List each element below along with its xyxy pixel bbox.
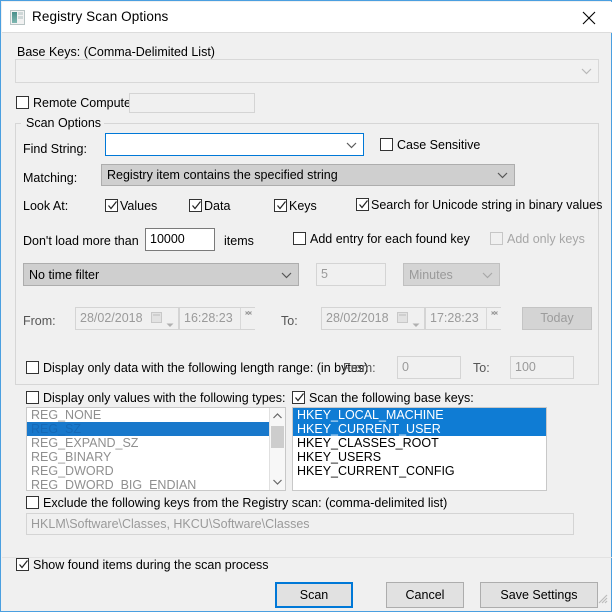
list-item[interactable]: HKEY_LOCAL_MACHINE bbox=[293, 408, 546, 422]
list-item[interactable]: REG_NONE bbox=[27, 408, 285, 422]
exclude-keys-input[interactable]: HKLM\Software\Classes, HKCU\Software\Cla… bbox=[26, 513, 574, 535]
look-at-label: Look At: bbox=[23, 199, 69, 213]
base-keys-label: Base Keys: (Comma-Delimited List) bbox=[17, 45, 215, 59]
value-types-label: Display only values with the following t… bbox=[43, 391, 286, 405]
remote-computer-input[interactable] bbox=[129, 93, 255, 113]
look-at-values-checkbox[interactable] bbox=[105, 199, 118, 212]
remote-computer-checkbox[interactable] bbox=[16, 96, 29, 109]
look-at-values-label: Values bbox=[120, 199, 158, 213]
show-found-items-label: Show found items during the scan process bbox=[33, 558, 269, 572]
chevron-down-icon bbox=[482, 268, 493, 282]
add-only-keys-checkbox bbox=[490, 232, 503, 245]
date-from-picker-icon bbox=[151, 311, 177, 327]
time-from-spinner bbox=[240, 308, 255, 329]
length-range-checkbox[interactable] bbox=[26, 361, 39, 374]
scan-options-group-title: Scan Options bbox=[23, 116, 105, 130]
value-types-checkbox[interactable] bbox=[26, 391, 39, 404]
scan-button[interactable]: Scan bbox=[275, 582, 353, 608]
exclude-keys-label: Exclude the following keys from the Regi… bbox=[43, 496, 448, 510]
length-range-label: Display only data with the following len… bbox=[43, 361, 369, 375]
title-bar: Registry Scan Options bbox=[2, 2, 612, 33]
remote-computer-label: Remote Computer: bbox=[33, 96, 139, 110]
search-unicode-checkbox[interactable] bbox=[356, 198, 369, 211]
list-item[interactable]: REG_SZ bbox=[27, 422, 285, 436]
list-item[interactable]: HKEY_CURRENT_CONFIG bbox=[293, 464, 546, 478]
list-item[interactable]: REG_EXPAND_SZ bbox=[27, 436, 285, 450]
add-entry-label: Add entry for each found key bbox=[310, 232, 470, 246]
list-item[interactable]: HKEY_CLASSES_ROOT bbox=[293, 436, 546, 450]
load-limit-label: Don't load more than bbox=[23, 234, 139, 248]
cancel-button[interactable]: Cancel bbox=[386, 582, 464, 608]
base-keys-combo[interactable] bbox=[15, 59, 599, 83]
list-item[interactable]: HKEY_CURRENT_USER bbox=[293, 422, 546, 436]
matching-value: Registry item contains the specified str… bbox=[107, 168, 338, 182]
value-types-listbox[interactable]: REG_NONE REG_SZ REG_EXPAND_SZ REG_BINARY REG… bbox=[26, 407, 286, 491]
base-key-scan-label: Scan the following base keys: bbox=[309, 391, 474, 405]
time-filter-value: No time filter bbox=[29, 267, 100, 282]
look-at-data-label: Data bbox=[204, 199, 231, 213]
look-at-keys-label: Keys bbox=[289, 199, 317, 213]
list-item[interactable]: HKEY_USERS bbox=[293, 450, 546, 464]
time-to-spinner bbox=[486, 308, 501, 329]
length-to-label: To: bbox=[473, 361, 490, 375]
exclude-keys-checkbox[interactable] bbox=[26, 496, 39, 509]
window-title: Registry Scan Options bbox=[32, 9, 169, 24]
show-found-items-checkbox[interactable] bbox=[16, 558, 29, 571]
date-from-label: From: bbox=[23, 314, 56, 328]
case-sensitive-label: Case Sensitive bbox=[397, 138, 481, 152]
chevron-down-icon bbox=[497, 168, 508, 182]
add-only-keys-label: Add only keys bbox=[507, 232, 585, 246]
today-button: Today bbox=[522, 307, 592, 330]
scrollbar-thumb[interactable] bbox=[271, 426, 284, 448]
load-limit-input[interactable]: 10000 bbox=[145, 228, 215, 251]
footer-separator bbox=[2, 557, 612, 558]
length-from-input: 0 bbox=[397, 356, 461, 379]
chevron-down-icon bbox=[581, 64, 592, 78]
value-types-scrollbar[interactable] bbox=[269, 408, 285, 490]
matching-combo[interactable]: Registry item contains the specified str… bbox=[101, 164, 515, 186]
add-entry-checkbox[interactable] bbox=[293, 232, 306, 245]
time-filter-amount-input: 5 bbox=[316, 263, 386, 286]
length-to-input: 100 bbox=[510, 356, 574, 379]
scroll-down-icon[interactable] bbox=[270, 474, 285, 490]
time-filter-unit-combo: Minutes bbox=[403, 263, 500, 286]
registry-window-icon bbox=[10, 10, 25, 25]
base-keys-listbox[interactable]: HKEY_LOCAL_MACHINE HKEY_CURRENT_USER HKEY_… bbox=[292, 407, 547, 491]
list-item[interactable]: REG_DWORD_BIG_ENDIAN bbox=[27, 478, 285, 490]
load-limit-units-label: items bbox=[224, 234, 254, 248]
save-settings-button[interactable]: Save Settings bbox=[480, 582, 598, 608]
time-filter-combo[interactable]: No time filter bbox=[23, 263, 299, 286]
list-item[interactable]: REG_DWORD bbox=[27, 464, 285, 478]
close-icon[interactable] bbox=[566, 2, 612, 32]
find-string-combo[interactable] bbox=[105, 133, 364, 156]
scan-options-group bbox=[15, 123, 599, 385]
matching-label: Matching: bbox=[23, 171, 78, 185]
look-at-data-checkbox[interactable] bbox=[189, 199, 202, 212]
resize-grip[interactable] bbox=[596, 591, 608, 609]
date-to-label: To: bbox=[281, 314, 298, 328]
find-string-label: Find String: bbox=[23, 142, 87, 156]
date-to-picker-icon bbox=[397, 311, 423, 327]
search-unicode-label: Search for Unicode string in binary valu… bbox=[371, 198, 603, 212]
registry-scan-options-dialog: Registry Scan Options Base Keys: (Comma-… bbox=[0, 0, 612, 612]
scroll-up-icon[interactable] bbox=[270, 408, 285, 424]
list-item[interactable]: REG_BINARY bbox=[27, 450, 285, 464]
base-key-scan-checkbox[interactable] bbox=[292, 391, 305, 404]
chevron-down-icon bbox=[281, 268, 292, 282]
time-filter-unit-value: Minutes bbox=[409, 267, 453, 282]
length-from-label: From: bbox=[343, 361, 376, 375]
look-at-keys-checkbox[interactable] bbox=[274, 199, 287, 212]
chevron-down-icon bbox=[346, 138, 357, 152]
case-sensitive-checkbox[interactable] bbox=[380, 138, 393, 151]
